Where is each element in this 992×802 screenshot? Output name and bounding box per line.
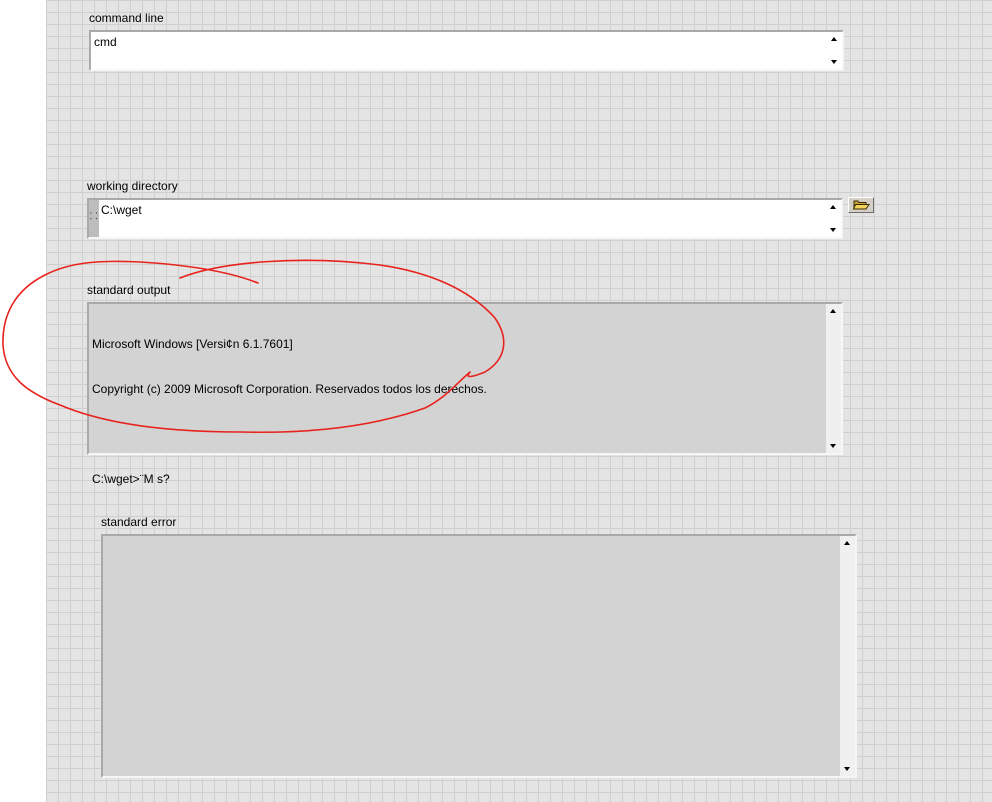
standard-error-display[interactable] [101, 534, 857, 778]
standard-error-scrollbar[interactable] [840, 536, 855, 776]
standard-output-display[interactable]: Microsoft Windows [Versi¢n 6.1.7601] Cop… [87, 302, 843, 486]
working-directory-value: C:\wget [101, 203, 142, 217]
standard-output-text: Microsoft Windows [Versi¢n 6.1.7601] Cop… [92, 307, 823, 517]
path-icon: ⸬ [90, 211, 98, 221]
scroll-down-arrow-icon[interactable] [830, 444, 836, 448]
command-line-value: cmd [94, 35, 117, 49]
output-line: Copyright (c) 2009 Microsoft Corporation… [92, 382, 487, 396]
working-directory-input[interactable]: ⸬ C:\wget [87, 198, 843, 239]
scroll-down-arrow-icon[interactable] [844, 767, 850, 771]
scroll-down-arrow-icon[interactable] [830, 228, 836, 232]
command-line-input[interactable]: cmd [89, 30, 844, 71]
scroll-down-arrow-icon[interactable] [831, 60, 837, 64]
scroll-up-arrow-icon[interactable] [831, 37, 837, 41]
folder-open-icon [852, 200, 870, 210]
standard-output-label: standard output [87, 283, 171, 297]
output-line: C:\wget>¨M s? [92, 472, 170, 486]
standard-output-scrollbar[interactable] [826, 304, 841, 453]
scroll-up-arrow-icon[interactable] [830, 205, 836, 209]
path-gutter: ⸬ [89, 200, 99, 237]
command-line-label: command line [89, 11, 164, 25]
browse-folder-button[interactable] [848, 197, 874, 213]
output-line: Microsoft Windows [Versi¢n 6.1.7601] [92, 337, 293, 351]
scroll-up-arrow-icon[interactable] [844, 541, 850, 545]
working-directory-scrollbar[interactable] [826, 200, 841, 237]
scroll-up-arrow-icon[interactable] [830, 309, 836, 313]
command-line-scrollbar[interactable] [827, 32, 842, 69]
standard-error-label: standard error [101, 515, 177, 529]
working-directory-label: working directory [87, 179, 178, 193]
